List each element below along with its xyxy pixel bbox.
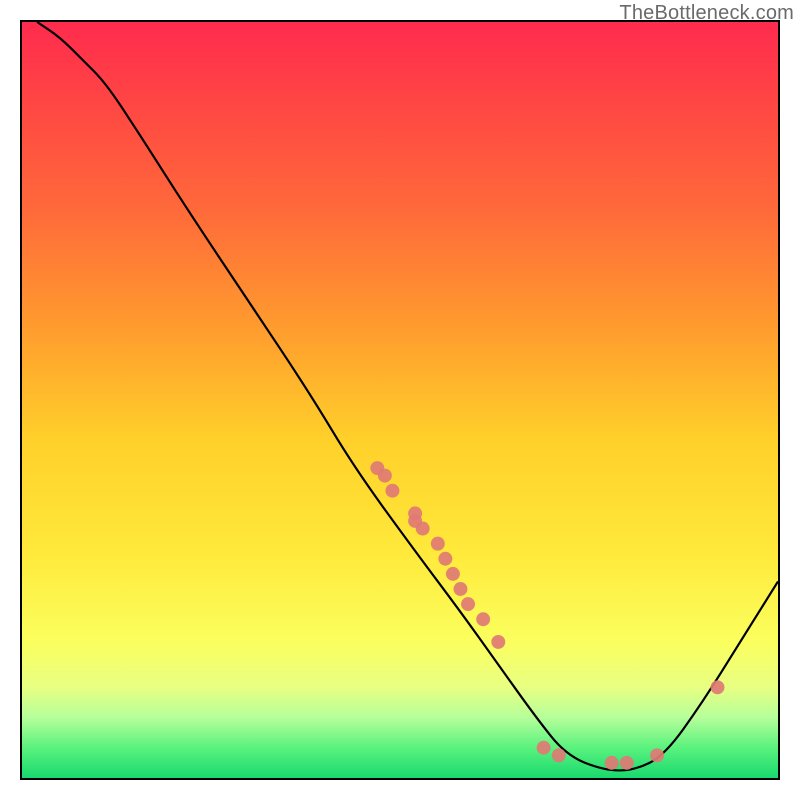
data-marker <box>438 552 452 566</box>
data-marker <box>605 756 619 770</box>
data-marker <box>650 748 664 762</box>
chart-svg <box>22 22 778 778</box>
data-marker <box>431 537 445 551</box>
data-marker <box>454 582 468 596</box>
data-marker <box>385 484 399 498</box>
data-marker <box>461 597 475 611</box>
data-marker <box>378 469 392 483</box>
chart-plot-area <box>20 20 780 780</box>
data-marker <box>476 612 490 626</box>
curve-line <box>37 22 778 770</box>
data-marker <box>537 741 551 755</box>
data-marker <box>552 748 566 762</box>
data-marker <box>416 522 430 536</box>
data-marker <box>620 756 634 770</box>
data-marker <box>446 567 460 581</box>
data-markers <box>370 461 724 770</box>
data-marker <box>491 635 505 649</box>
data-marker <box>711 680 725 694</box>
